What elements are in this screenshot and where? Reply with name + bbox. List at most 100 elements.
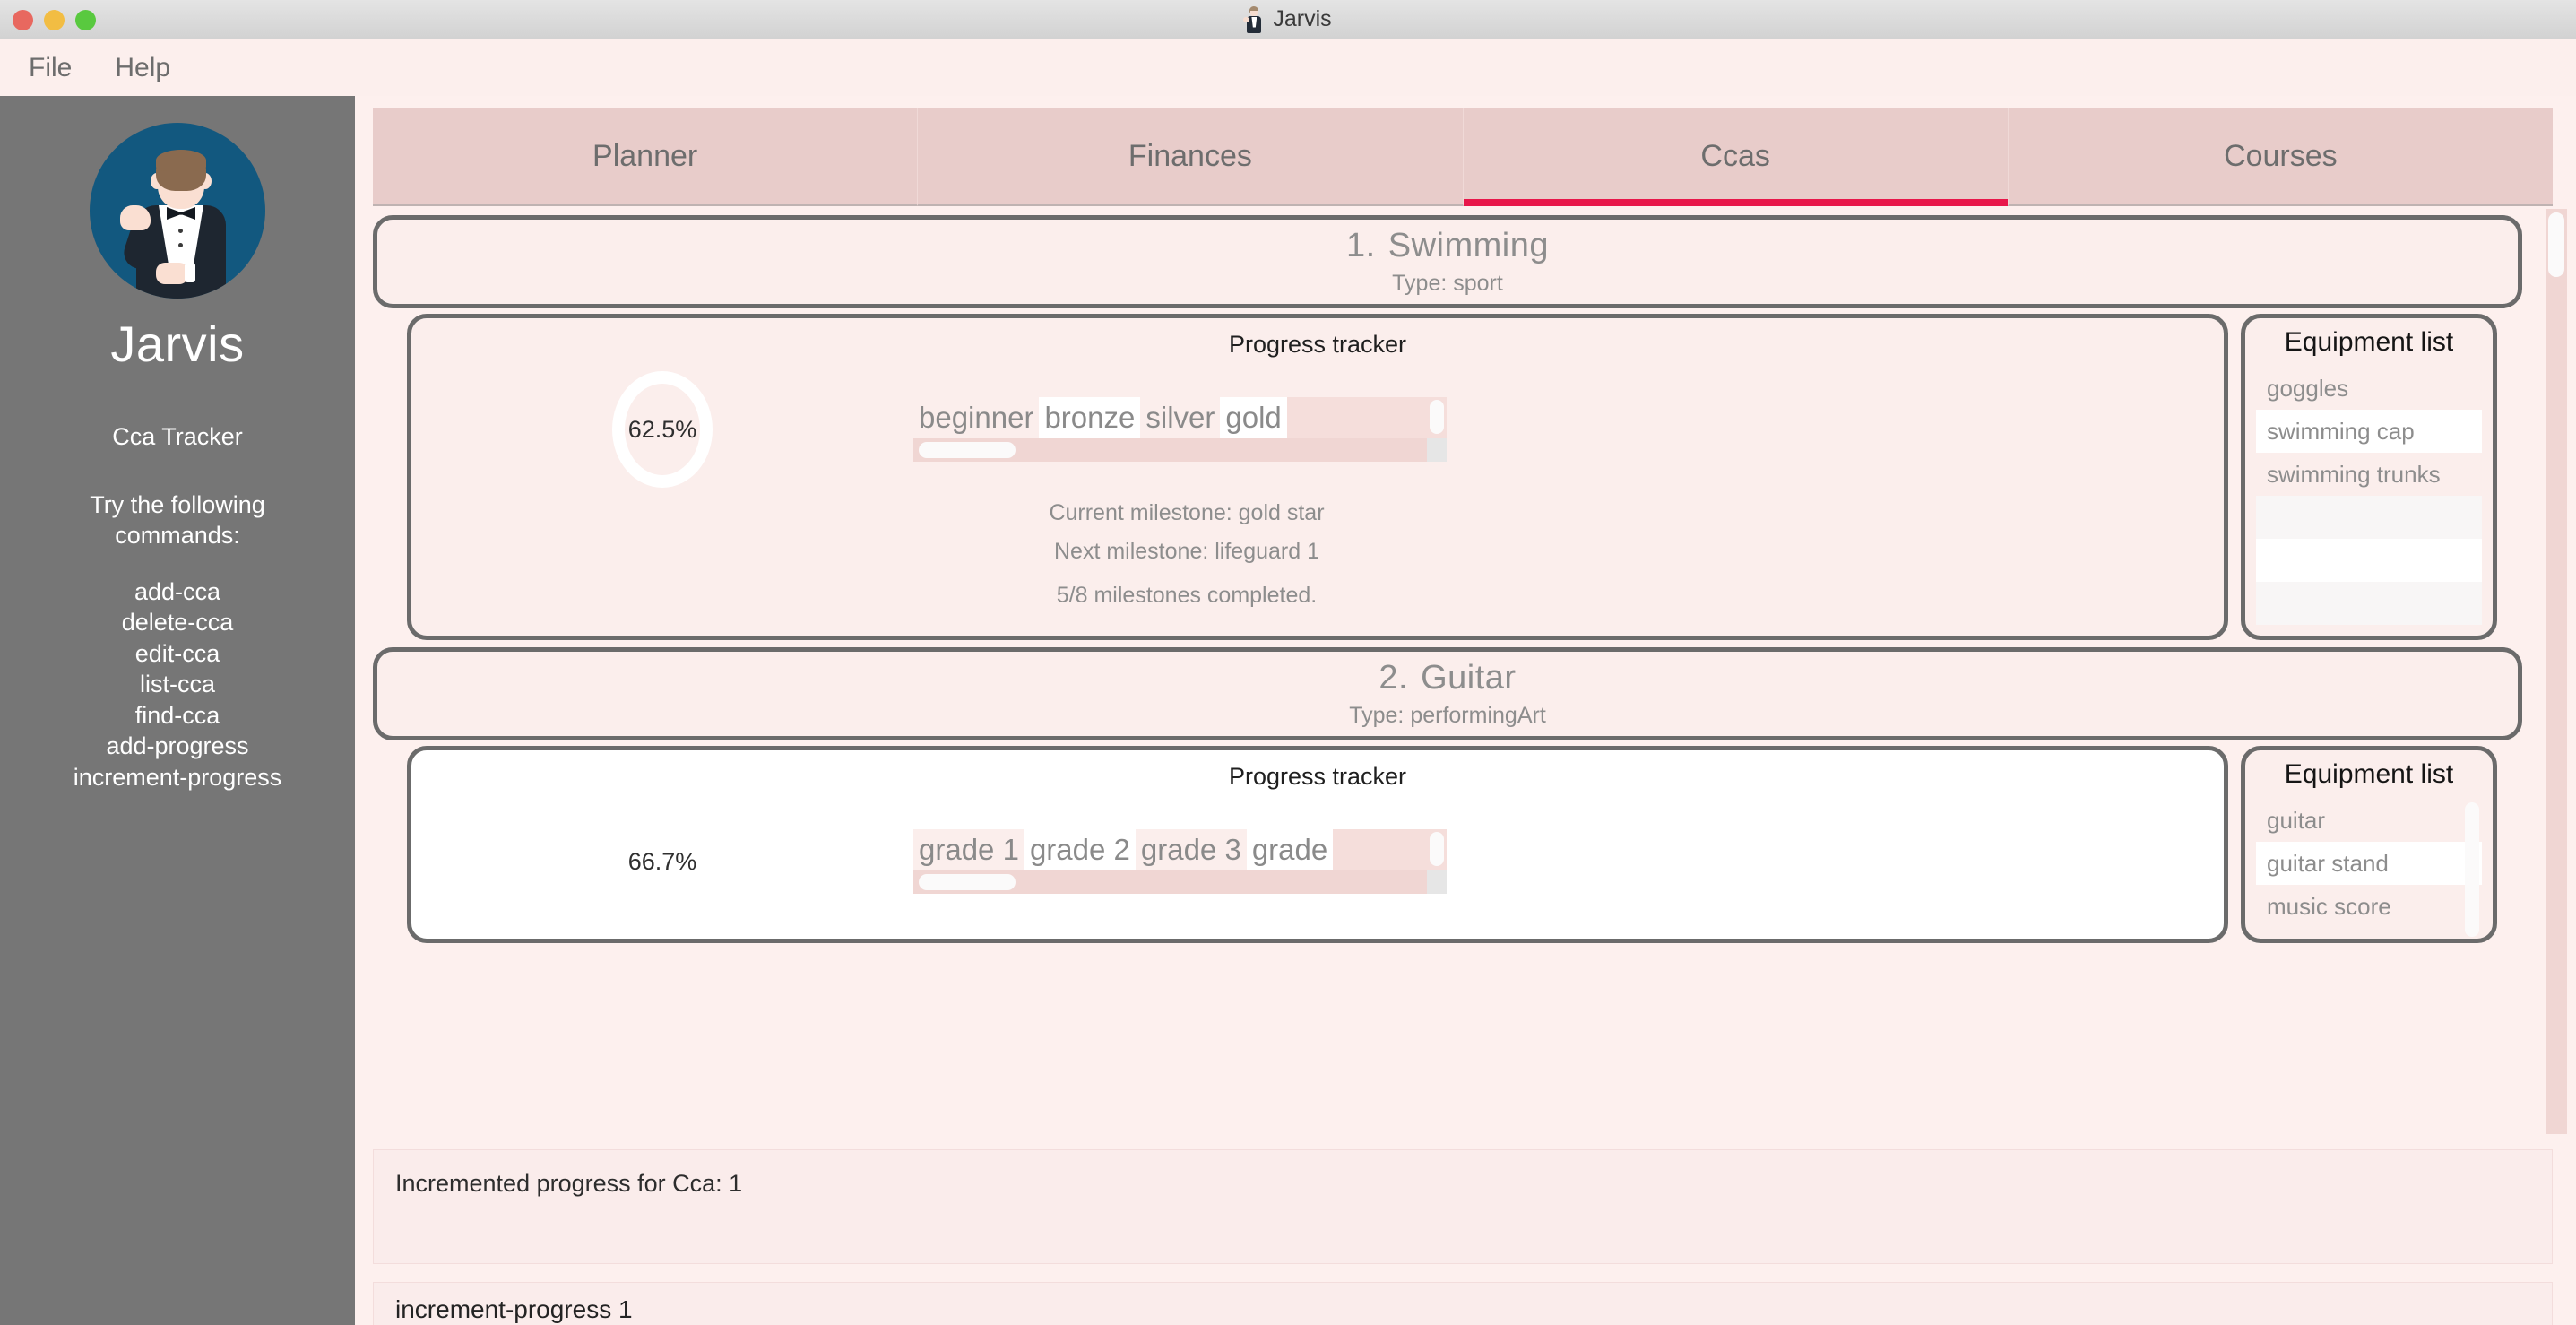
equipment-vertical-scroll-thumb[interactable] [2465, 802, 2479, 937]
scrollbar-corner [1427, 870, 1447, 894]
command-input-value[interactable]: increment-progress 1 [395, 1295, 633, 1324]
sidebar-prompt-line2: commands: [115, 521, 240, 549]
cca-body-swimming: Progress tracker 62.5% beginner bronze s… [373, 314, 2522, 640]
result-display: Incremented progress for Cca: 1 [373, 1149, 2553, 1264]
milestone-vertical-scrollbar[interactable] [1427, 829, 1447, 870]
tab-bar: Planner Finances Ccas Courses [373, 108, 2553, 206]
equipment-row[interactable]: swimming cap [2256, 410, 2482, 453]
sidebar-app-name: Jarvis [110, 316, 245, 372]
cca-list-viewport: 1. Swimming Type: sport Progress tracker … [373, 208, 2553, 1136]
minimize-button[interactable] [44, 9, 65, 30]
tab-courses[interactable]: Courses [2008, 108, 2553, 206]
scrollbar-corner [1427, 438, 1447, 462]
progress-percent-swimming: 62.5% [627, 415, 697, 443]
progress-tracker-title-swimming: Progress tracker [1228, 331, 1407, 358]
next-milestone-swimming: Next milestone: lifeguard 1 [1054, 539, 1319, 564]
equipment-row-empty [2256, 496, 2482, 539]
equipment-list-guitar: Equipment list guitar guitar stand music… [2241, 746, 2497, 943]
result-message: Incremented progress for Cca: 1 [395, 1170, 743, 1197]
cca-type-swimming: Type: sport [1392, 271, 1503, 296]
sidebar-prompt: Try the following commands: [90, 490, 265, 551]
sidebar-command-add-cca: add-cca [134, 577, 221, 605]
milestone-chip[interactable]: gold [1220, 397, 1287, 438]
equipment-list-title-swimming: Equipment list [2284, 327, 2454, 357]
gauge-column-swimming: 62.5% [411, 371, 913, 488]
zoom-button[interactable] [75, 9, 96, 30]
milestone-chip[interactable]: grade 3 [1135, 829, 1247, 870]
tab-planner-label: Planner [592, 138, 698, 173]
window-title-group: Jarvis [1243, 5, 1332, 33]
equipment-vertical-scrollbar-guitar[interactable] [2462, 799, 2482, 937]
milestone-chip[interactable]: silver [1140, 397, 1221, 438]
main-content: Planner Finances Ccas Courses 1. Swimming [355, 96, 2576, 1325]
progress-tracker-row-guitar: 66.7% grade 1 grade 2 grade 3 grade [411, 803, 2224, 920]
tab-ccas[interactable]: Ccas [1463, 108, 2009, 206]
milestone-vertical-scrollbar[interactable] [1427, 397, 1447, 438]
milestone-chip[interactable]: grade 1 [913, 829, 1024, 870]
cca-header-guitar[interactable]: 2. Guitar Type: performingArt [373, 647, 2522, 740]
progress-tracker-swimming: Progress tracker 62.5% beginner bronze s… [407, 314, 2228, 640]
milestone-horizontal-scrollbar-swimming[interactable] [913, 438, 1447, 462]
progress-tracker-title-guitar: Progress tracker [1228, 763, 1407, 790]
window-controls [13, 0, 96, 39]
cca-name-swimming: Swimming [1387, 227, 1549, 264]
cca-title-guitar: 2. Guitar [1379, 659, 1516, 697]
milestone-panel-guitar: grade 1 grade 2 grade 3 grade [913, 829, 1460, 894]
sidebar-command-list-cca: list-cca [139, 671, 215, 698]
cca-title-swimming: 1. Swimming [1346, 227, 1549, 265]
equipment-list-title-guitar: Equipment list [2284, 759, 2454, 789]
milestone-chip[interactable]: grade 2 [1024, 829, 1136, 870]
title-bar: Jarvis [0, 0, 2576, 39]
tab-finances[interactable]: Finances [918, 108, 1464, 206]
sidebar-command-add-progress: add-progress [106, 732, 249, 760]
equipment-row[interactable]: guitar stand [2256, 842, 2482, 885]
close-button[interactable] [13, 9, 33, 30]
sidebar-command-find-cca: find-cca [134, 701, 220, 729]
active-tab-indicator [1463, 199, 2008, 206]
tab-ccas-label: Ccas [1700, 138, 1770, 173]
equipment-row-empty [2256, 582, 2482, 625]
milestone-horizontal-scroll-thumb[interactable] [919, 874, 1016, 890]
cca-card-guitar: 2. Guitar Type: performingArt Progress tr… [373, 647, 2522, 943]
cca-list-scrollbar[interactable] [2546, 209, 2567, 1134]
equipment-row[interactable]: guitar [2256, 799, 2482, 842]
equipment-row[interactable]: swimming trunks [2256, 453, 2482, 496]
gauge-column-guitar: 66.7% [411, 803, 913, 920]
sidebar-command-edit-cca: edit-cca [134, 639, 220, 667]
equipment-row[interactable]: goggles [2256, 367, 2482, 410]
command-input[interactable]: increment-progress 1 [373, 1282, 2553, 1325]
progress-gauge-swimming: 62.5% [612, 371, 713, 488]
milestone-notes-swimming: Current milestone: gold star Next milest… [913, 500, 1460, 609]
progress-tracker-row-swimming: 62.5% beginner bronze silver gold [411, 371, 2224, 488]
sidebar-command-list: add-cca delete-cca edit-cca list-cca fin… [73, 576, 282, 793]
milestone-horizontal-scrollbar-guitar[interactable] [913, 870, 1447, 894]
cca-index-guitar: 2. [1379, 659, 1409, 697]
milestone-chip[interactable]: bronze [1039, 397, 1141, 438]
cca-header-swimming[interactable]: 1. Swimming Type: sport [373, 215, 2522, 308]
equipment-list-swimming: Equipment list goggles swimming cap swim… [2241, 314, 2497, 640]
sidebar-command-delete-cca: delete-cca [121, 609, 234, 637]
milestones-completed-swimming: 5/8 milestones completed. [1056, 583, 1318, 608]
menu-item-help[interactable]: Help [115, 53, 170, 83]
current-milestone-swimming: Current milestone: gold star [1049, 500, 1325, 525]
milestone-chip-row-swimming[interactable]: beginner bronze silver gold [913, 397, 1447, 438]
milestone-panel-swimming: beginner bronze silver gold [913, 397, 1460, 462]
milestone-vertical-scroll-thumb[interactable] [1430, 400, 1444, 434]
sidebar-prompt-line1: Try the following [90, 491, 265, 518]
cca-index-swimming: 1. [1346, 227, 1376, 264]
cca-list-scroll-thumb[interactable] [2548, 212, 2564, 277]
milestone-vertical-scroll-thumb[interactable] [1430, 832, 1444, 866]
milestone-horizontal-scroll-thumb[interactable] [919, 442, 1016, 458]
sidebar-command-increment-progress: increment-progress [73, 763, 282, 791]
sidebar: Jarvis Cca Tracker Try the following com… [0, 96, 355, 1325]
cca-type-guitar: Type: performingArt [1349, 703, 1546, 728]
milestone-chip[interactable]: grade [1246, 829, 1334, 870]
equipment-rows-guitar: guitar guitar stand music score [2256, 799, 2482, 937]
tab-planner[interactable]: Planner [373, 108, 919, 206]
menu-item-file[interactable]: File [29, 53, 72, 83]
equipment-row[interactable]: music score [2256, 885, 2482, 928]
butler-icon [1243, 5, 1264, 33]
cca-body-guitar: Progress tracker 66.7% grade 1 grade 2 g… [373, 746, 2522, 943]
milestone-chip-row-guitar[interactable]: grade 1 grade 2 grade 3 grade [913, 829, 1447, 870]
milestone-chip[interactable]: beginner [913, 397, 1040, 438]
